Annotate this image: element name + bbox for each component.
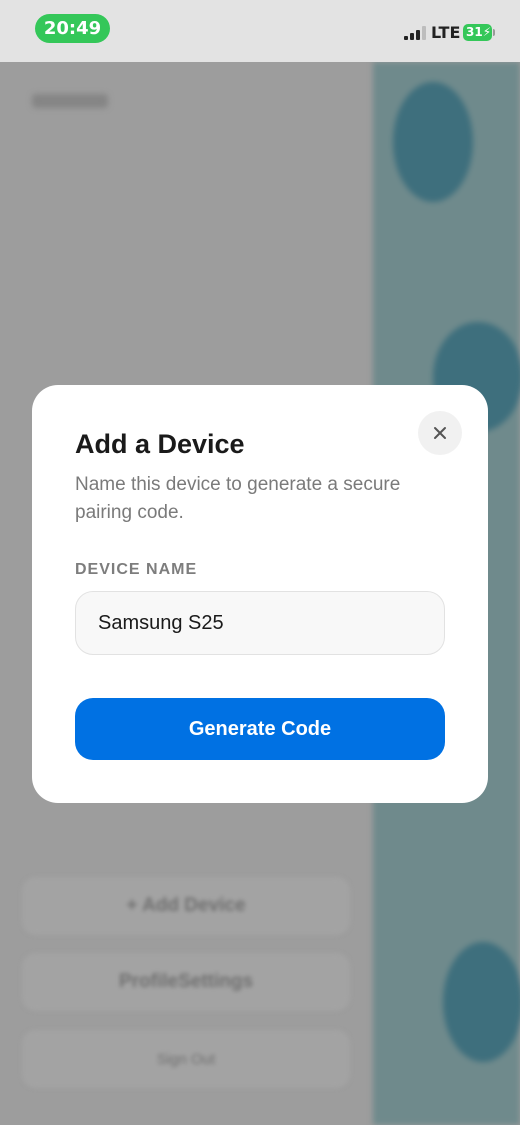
background-add-device-button: + Add Device	[22, 877, 350, 935]
battery-tip	[493, 29, 495, 36]
dialog-subtitle: Name this device to generate a secure pa…	[75, 474, 401, 523]
background-sign-out-button: Sign Out	[22, 1030, 350, 1088]
background-header	[32, 94, 108, 108]
battery-level: 31	[466, 25, 483, 39]
status-time: 20:49	[35, 14, 110, 43]
add-device-dialog: Add a Device Name this device to generat…	[32, 385, 488, 803]
close-icon	[434, 427, 446, 439]
generate-code-button[interactable]: Generate Code	[75, 698, 445, 760]
close-button[interactable]	[418, 411, 462, 455]
battery-icon: 31⚡	[463, 24, 492, 41]
status-bar: 20:49 LTE 31⚡	[0, 0, 520, 62]
device-name-label: DEVICE NAME	[75, 561, 198, 578]
device-name-input[interactable]	[75, 591, 445, 655]
network-label: LTE	[431, 23, 461, 42]
signal-icon	[404, 26, 426, 40]
dialog-title: Add a Device	[75, 429, 245, 459]
background-profile-settings-button: ProfileSettings	[22, 953, 350, 1011]
